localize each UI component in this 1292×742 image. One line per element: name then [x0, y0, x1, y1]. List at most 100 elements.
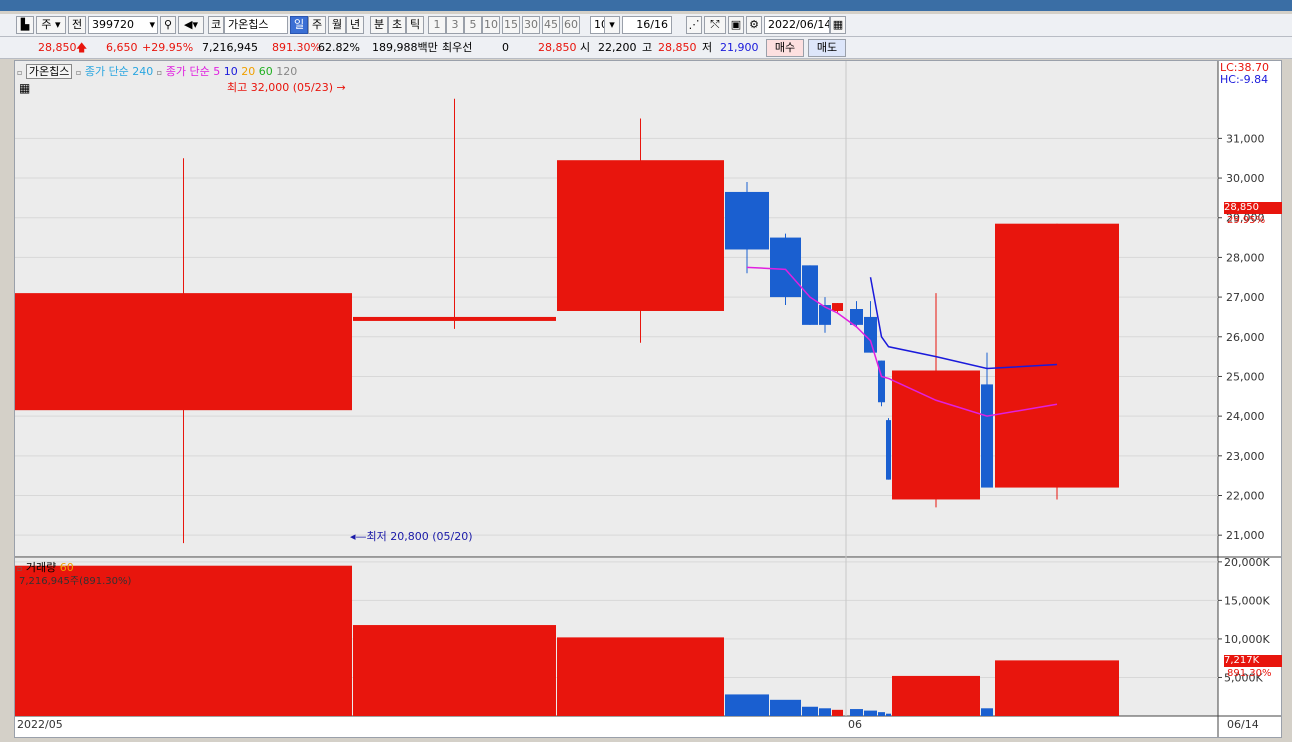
chevron-down-icon[interactable]: ▾ [604, 16, 620, 34]
sell-button[interactable]: 매도 [808, 39, 846, 57]
price-tick-label: 28,000 [1226, 251, 1265, 264]
legend-ma-240[interactable]: 종가 단순 240 [85, 65, 153, 78]
save-icon[interactable]: ▣ [728, 16, 744, 34]
period-tab-1[interactable]: 주 [308, 16, 326, 34]
priority-value: 0 [502, 41, 509, 54]
buy-button[interactable]: 매수 [766, 39, 804, 57]
search-icon[interactable]: ⚲ [160, 16, 176, 34]
price-tick-label: 25,000 [1226, 370, 1265, 383]
high-annotation: 최고 32,000 (05/23) → [227, 79, 346, 95]
price-tick-label: 22,000 [1226, 489, 1265, 502]
low-price: 21,900 [720, 41, 759, 54]
legend-ma-10[interactable]: 10 [224, 65, 238, 78]
candle-body [770, 237, 801, 298]
interval-button-4[interactable]: 15 [502, 16, 520, 34]
market-prefix[interactable]: 코 [208, 16, 224, 34]
chart-panel[interactable]: 21,000 22,000 23,000 24,000 25,000 26,000 27,0… [14, 60, 1282, 738]
hc-label: HC:-9.84 [1220, 73, 1269, 86]
volume-bar [886, 713, 891, 716]
candle-body [981, 384, 993, 488]
price-change: 6,650 [106, 41, 138, 54]
interval-button-6[interactable]: 45 [542, 16, 560, 34]
low-label: 저 [702, 41, 713, 54]
period-type-label: 주 [41, 18, 52, 31]
legend-ma-120[interactable]: 120 [276, 65, 297, 78]
volume-bar [832, 709, 843, 716]
quote-bar: 28,850 🡅 6,650 +29.95% 7,216,945 891.30%… [0, 37, 1292, 59]
candle-body [886, 420, 891, 480]
volume-tick-label: 15,000K [1224, 594, 1270, 607]
stock-name-field[interactable]: 가온칩스 [224, 16, 288, 34]
turnover-ratio: 62.82% [318, 41, 360, 54]
period-tab-0[interactable]: 일 [290, 16, 308, 34]
volume-bar [850, 709, 863, 716]
legend-ma-5[interactable]: 5 [213, 65, 220, 78]
candle-body [557, 160, 724, 311]
period-tab-6[interactable]: 틱 [406, 16, 424, 34]
compare-icon[interactable]: ⤲ [704, 16, 726, 34]
current-price-marker: 28,850 [1224, 202, 1282, 214]
chevron-down-icon: ▾ [149, 18, 155, 31]
stock-code-input[interactable]: 399720 ▾ [88, 16, 158, 34]
priority-label: 최우선 [442, 41, 473, 54]
period-tab-5[interactable]: 초 [388, 16, 406, 34]
volume-value: 7,216,945 [202, 41, 258, 54]
zoom-icon[interactable]: ⋰ [686, 16, 702, 34]
interval-button-7[interactable]: 60 [562, 16, 580, 34]
price-tick-label: 26,000 [1226, 331, 1265, 344]
gear-icon[interactable]: ⚙ [746, 16, 762, 34]
period-tab-4[interactable]: 분 [370, 16, 388, 34]
price-tick-label: 30,000 [1226, 172, 1265, 185]
volume-current-marker: 7,217K [1224, 655, 1282, 667]
interval-button-3[interactable]: 10 [482, 16, 500, 34]
grid-icon[interactable]: ▦ [19, 81, 30, 95]
volume-bar [557, 637, 724, 716]
interval-button-5[interactable]: 30 [522, 16, 540, 34]
price-tick-label: 21,000 [1226, 529, 1265, 542]
volume-tick-label: 20,000K [1224, 556, 1270, 569]
price-volume-chart[interactable]: 21,000 22,000 23,000 24,000 25,000 26,000 27,0… [15, 61, 1281, 737]
volume-tick-label: 10,000K [1224, 633, 1270, 646]
candle-body [353, 316, 556, 321]
up-arrow-icon: 🡅 [76, 41, 88, 54]
candle-body [819, 305, 831, 325]
legend-ma-60[interactable]: 60 [259, 65, 273, 78]
interval-button-1[interactable]: 3 [446, 16, 464, 34]
price-change-pct: +29.95% [142, 41, 194, 54]
volume-bar [802, 706, 818, 716]
volume-bar [878, 712, 885, 716]
date-input[interactable]: 2022/06/14 [764, 16, 830, 34]
window-titlebar [0, 0, 1292, 11]
volume-bar [995, 660, 1119, 716]
volume-pct: 891.30% [272, 41, 321, 54]
page-indicator[interactable]: 16/16 [622, 16, 672, 34]
period-tab-2[interactable]: 월 [328, 16, 346, 34]
prev-button[interactable]: 전 [68, 16, 86, 34]
interval-button-0[interactable]: 1 [428, 16, 446, 34]
candle-body [892, 370, 980, 500]
arrow-left-icon: ◂— [350, 530, 367, 543]
chart-type-icon[interactable]: ▙ [16, 16, 34, 34]
volume-bar [819, 708, 831, 716]
period-type-select[interactable]: 주 ▾ [36, 16, 66, 34]
interval-button-2[interactable]: 5 [464, 16, 482, 34]
candle-body [850, 309, 863, 325]
sound-icon[interactable]: ◀▾ [178, 16, 204, 34]
period-tab-3[interactable]: 년 [346, 16, 364, 34]
candle-body [864, 316, 877, 353]
current-price: 28,850 [38, 41, 77, 54]
price-tick-label: 27,000 [1226, 291, 1265, 304]
trade-value: 189,988백만 [372, 41, 438, 54]
open-label: 시 [580, 41, 591, 54]
volume-bar [770, 699, 801, 716]
legend-ma-20[interactable]: 20 [241, 65, 255, 78]
price-legend: ▫ 가온칩스 ▫ 종가 단순 240 ▫ 종가 단순 5 10 20 60 12… [17, 63, 297, 79]
chart-toolbar: ▙ 주 ▾ 전 399720 ▾ ⚲ ◀▾ 코 가온칩스 일주월년분초틱 1351… [0, 14, 1292, 37]
candle-body [725, 191, 769, 250]
price-tick-label: 23,000 [1226, 450, 1265, 463]
calendar-icon[interactable]: ▦ [830, 16, 846, 34]
legend-ma-short[interactable]: 종가 단순 [166, 65, 210, 78]
legend-square-icon: ▫ [156, 68, 163, 77]
legend-stock-name[interactable]: 가온칩스 [25, 64, 73, 79]
legend-square-icon: ▫ [17, 68, 23, 77]
